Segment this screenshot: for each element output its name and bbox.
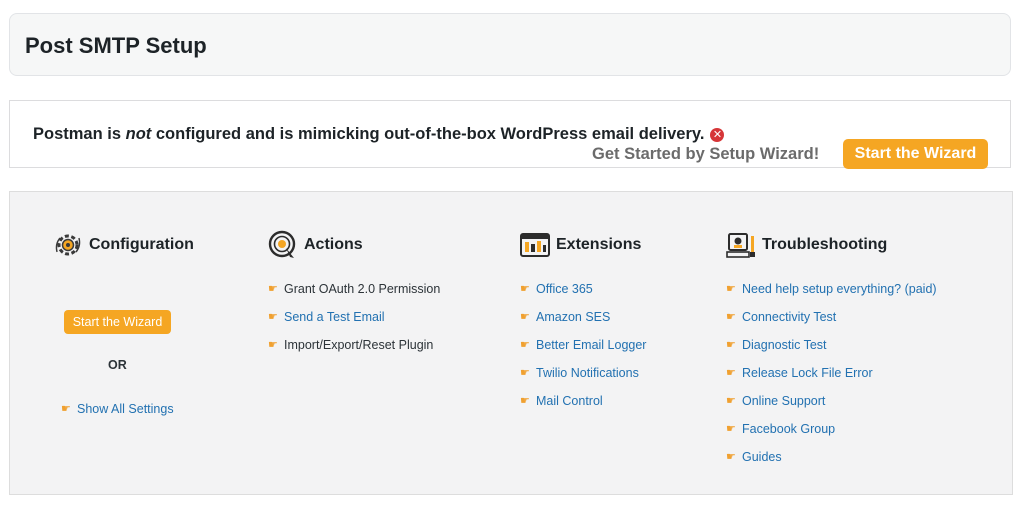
pointer-icon: ☛ <box>61 403 71 415</box>
pointer-icon: ☛ <box>726 283 736 295</box>
gear-icon <box>55 234 81 256</box>
troubleshooting-link[interactable]: ☛ Facebook Group <box>726 422 835 436</box>
extensions-heading: Extensions <box>520 230 641 260</box>
amazon-ses-link[interactable]: Amazon SES <box>536 310 610 324</box>
actions-heading: Actions <box>268 230 363 260</box>
twilio-notifications-link[interactable]: Twilio Notifications <box>536 366 639 380</box>
extension-link[interactable]: ☛ Twilio Notifications <box>520 366 639 380</box>
online-support-link[interactable]: Online Support <box>742 394 825 408</box>
start-wizard-button-config[interactable]: Start the Wizard <box>64 310 171 334</box>
pointer-icon: ☛ <box>726 451 736 463</box>
target-icon <box>268 230 296 258</box>
pointer-icon: ☛ <box>726 423 736 435</box>
or-separator: OR <box>108 358 127 372</box>
toolbox-icon <box>726 233 755 258</box>
office-365-link[interactable]: Office 365 <box>536 282 593 296</box>
troubleshooting-link[interactable]: ☛ Guides <box>726 450 782 464</box>
extension-link[interactable]: ☛ Better Email Logger <box>520 338 646 352</box>
pointer-icon: ☛ <box>726 339 736 351</box>
pointer-icon: ☛ <box>520 311 530 323</box>
guides-link[interactable]: Guides <box>742 450 782 464</box>
pointer-icon: ☛ <box>520 283 530 295</box>
diagnostic-test-link[interactable]: Diagnostic Test <box>742 338 827 352</box>
notice-message: Postman is not configured and is mimicki… <box>33 125 725 144</box>
close-circle-icon: ✕ <box>710 128 725 142</box>
mail-control-link[interactable]: Mail Control <box>536 394 603 408</box>
pointer-icon: ☛ <box>268 283 278 295</box>
pointer-icon: ☛ <box>520 367 530 379</box>
troubleshooting-link[interactable]: ☛ Connectivity Test <box>726 310 836 324</box>
import-export-reset-item: ☛ Import/Export/Reset Plugin <box>268 338 433 352</box>
troubleshooting-link[interactable]: ☛ Release Lock File Error <box>726 366 873 380</box>
pointer-icon: ☛ <box>726 395 736 407</box>
pointer-icon: ☛ <box>726 367 736 379</box>
extension-link[interactable]: ☛ Amazon SES <box>520 310 610 324</box>
send-test-email-label[interactable]: Send a Test Email <box>284 310 385 324</box>
extensions-title: Extensions <box>556 236 642 253</box>
pointer-icon: ☛ <box>520 339 530 351</box>
wizard-prompt: Get Started by Setup Wizard! <box>592 145 820 163</box>
pointer-icon: ☛ <box>520 395 530 407</box>
notice-message-suffix: configured and is mimicking out-of-the-b… <box>151 125 705 143</box>
start-wizard-button[interactable]: Start the Wizard <box>843 139 988 169</box>
troubleshooting-heading: Troubleshooting <box>726 230 887 260</box>
troubleshooting-title: Troubleshooting <box>762 236 888 253</box>
configuration-notice: Postman is not configured and is mimicki… <box>9 100 1011 169</box>
configuration-heading: Configuration <box>53 230 194 260</box>
page-header: Post SMTP Setup <box>9 13 1011 76</box>
troubleshooting-link[interactable]: ☛ Diagnostic Test <box>726 338 827 352</box>
notice-message-emphasis: not <box>125 125 152 143</box>
page-title: Post SMTP Setup <box>25 33 207 58</box>
pointer-icon: ☛ <box>268 339 278 351</box>
configuration-title: Configuration <box>89 236 194 253</box>
import-export-reset-label: Import/Export/Reset Plugin <box>284 338 434 352</box>
extension-link[interactable]: ☛ Mail Control <box>520 394 603 408</box>
facebook-group-link[interactable]: Facebook Group <box>742 422 835 436</box>
extensions-icon <box>520 233 550 257</box>
actions-title: Actions <box>304 236 363 253</box>
troubleshooting-link[interactable]: ☛ Online Support <box>726 394 825 408</box>
extension-link[interactable]: ☛ Office 365 <box>520 282 593 296</box>
grant-oauth-label: Grant OAuth 2.0 Permission <box>284 282 441 296</box>
pointer-icon: ☛ <box>726 311 736 323</box>
show-all-settings-link[interactable]: ☛ Show All Settings <box>61 402 174 416</box>
show-all-settings-label[interactable]: Show All Settings <box>77 402 174 416</box>
release-lock-file-link[interactable]: Release Lock File Error <box>742 366 873 380</box>
troubleshooting-link[interactable]: ☛ Need help setup everything? (paid) <box>726 282 937 296</box>
pointer-icon: ☛ <box>268 311 278 323</box>
send-test-email-link[interactable]: ☛ Send a Test Email <box>268 310 385 324</box>
notice-message-prefix: Postman is <box>33 125 126 143</box>
connectivity-test-link[interactable]: Connectivity Test <box>742 310 836 324</box>
need-help-link[interactable]: Need help setup everything? (paid) <box>742 282 937 296</box>
better-email-logger-link[interactable]: Better Email Logger <box>536 338 646 352</box>
grant-oauth-item: ☛ Grant OAuth 2.0 Permission <box>268 282 440 296</box>
